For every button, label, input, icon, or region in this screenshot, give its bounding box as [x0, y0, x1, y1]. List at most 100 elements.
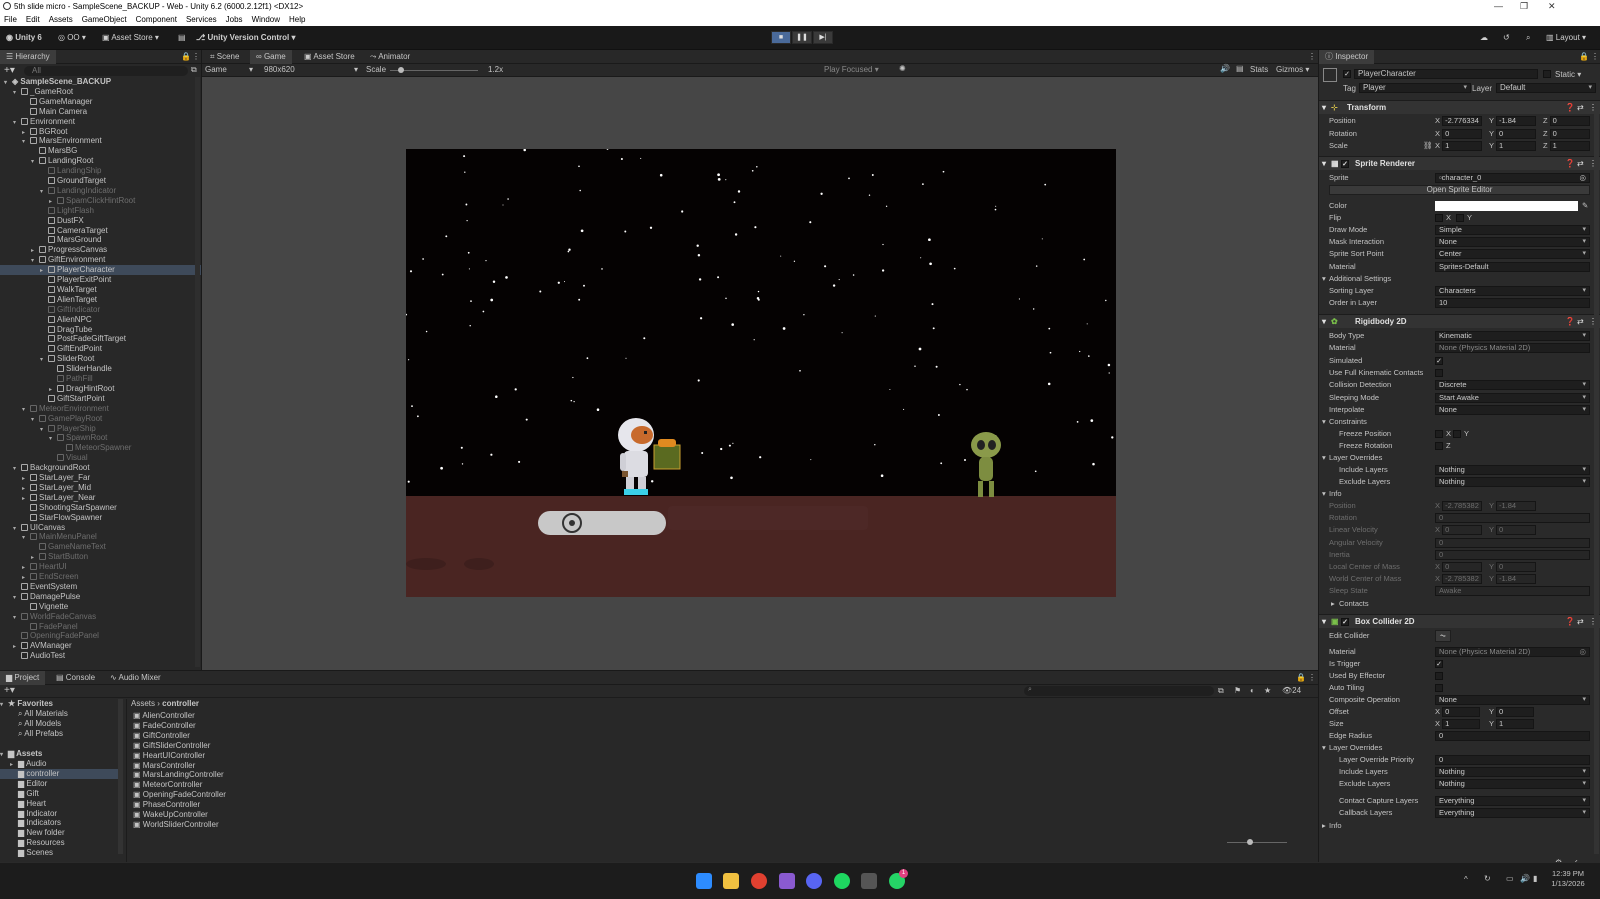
open-sprite-editor-button[interactable]: Open Sprite Editor — [1329, 185, 1590, 195]
property-field[interactable]: Simple — [1435, 225, 1590, 235]
tab-game[interactable]: ∞ Game — [250, 50, 292, 64]
collider-exclude-layers-dropdown[interactable]: Nothing — [1435, 779, 1590, 789]
hierarchy-item[interactable]: GroundTarget — [0, 176, 201, 186]
hierarchy-item[interactable]: ▾ ◈ SampleScene_BACKUP — [0, 77, 201, 87]
contact-capture-dropdown[interactable]: Everything — [1435, 796, 1590, 806]
tag-dropdown[interactable]: Player — [1359, 83, 1471, 93]
hierarchy-item[interactable]: AlienTarget — [0, 295, 201, 305]
spotify-icon[interactable] — [834, 873, 850, 889]
hierarchy-item[interactable]: AudioTest — [0, 651, 201, 661]
layer-overrides-foldout[interactable]: ▾ Layer Overrides — [1319, 452, 1600, 464]
chrome-icon[interactable] — [751, 873, 767, 889]
play-focused-dropdown[interactable]: Play Focused ▾ — [824, 65, 879, 74]
object-name-field[interactable]: PlayerCharacter — [1354, 69, 1538, 79]
tab-console[interactable]: ▤ Console — [50, 671, 101, 685]
hierarchy-item[interactable]: AlienNPC — [0, 315, 201, 325]
freeze-rotation-z-checkbox[interactable] — [1435, 442, 1443, 450]
help-icon[interactable]: ❓ — [1565, 615, 1575, 629]
rigidbody-checkbox[interactable] — [1435, 368, 1443, 377]
size-y-field[interactable]: Y 1 — [1489, 719, 1534, 729]
inspector-scrollbar[interactable] — [1594, 114, 1599, 854]
tab-audio-mixer[interactable]: ∿ Audio Mixer — [104, 671, 167, 685]
file-item[interactable]: ▣ WakeUpController — [133, 810, 334, 820]
file-item[interactable]: ▣ GiftController — [133, 731, 334, 741]
preset-icon[interactable]: ⇄ — [1577, 101, 1584, 115]
folder-item[interactable]: ▆ Indicator — [0, 809, 118, 819]
freeze-position-y-checkbox[interactable] — [1453, 430, 1461, 438]
tray-sync-icon[interactable]: ↻ — [1484, 874, 1491, 883]
file-item[interactable]: ▣ MeteorController — [133, 780, 334, 790]
scale-slider-handle[interactable] — [398, 67, 404, 73]
filter-label-icon[interactable]: ⚑ — [1234, 686, 1241, 695]
collider-material-field[interactable]: None (Physics Material 2D) ◎ — [1435, 647, 1590, 657]
more-icon[interactable]: ⋮ — [1308, 52, 1316, 61]
version-control-button[interactable]: ⎇ Unity Version Control ▾ — [196, 32, 296, 44]
hierarchy-item[interactable]: ▾ DamagePulse — [0, 592, 201, 602]
play-button[interactable]: ■ — [771, 31, 791, 44]
folder-item[interactable]: ▆ controller — [0, 768, 118, 779]
rigidbody-field[interactable]: Discrete — [1435, 380, 1590, 391]
hierarchy-item[interactable]: ▸ BGRoot — [0, 127, 201, 137]
pause-button[interactable]: ❚❚ — [792, 31, 812, 44]
menu-window[interactable]: Window — [252, 13, 280, 26]
hierarchy-item[interactable]: PostFadeGiftTarget — [0, 334, 201, 344]
hierarchy-item[interactable]: ▸ HeartUI — [0, 562, 201, 572]
hierarchy-item[interactable]: ▾ GamePlayRoot — [0, 414, 201, 424]
transform-y-field[interactable]: Y 1 — [1489, 141, 1536, 151]
hierarchy-item[interactable]: ▾ WorldFadeCanvas — [0, 612, 201, 622]
hierarchy-item[interactable]: ▸ StartButton — [0, 552, 201, 562]
hierarchy-item[interactable]: ▾ Environment — [0, 117, 201, 127]
callback-layers-dropdown[interactable]: Everything — [1435, 808, 1590, 818]
close-icon[interactable]: ✕ — [1548, 0, 1556, 13]
hierarchy-item[interactable]: Vignette — [0, 602, 201, 612]
layout-dropdown[interactable]: ▥ Layout ▾ — [1546, 32, 1586, 44]
breadcrumb-root[interactable]: Assets — [131, 699, 155, 708]
taskbar-clock[interactable]: 12:39 PM 1/13/2026 — [1548, 869, 1588, 889]
hierarchy-item[interactable]: ▾ GiftEnvironment — [0, 255, 201, 265]
rigidbody-field[interactable]: None — [1435, 404, 1590, 415]
rigidbody-field[interactable]: Start Awake — [1435, 392, 1590, 403]
property-field[interactable]: Center — [1435, 249, 1590, 260]
transform-header[interactable]: ▾ ⊹ Transform ❓ ⇄ ⋮ — [1319, 100, 1600, 114]
collider-layer-overrides-foldout[interactable]: ▾ Layer Overrides — [1319, 742, 1600, 754]
sprite-renderer-enabled-checkbox[interactable]: ✓ — [1341, 160, 1349, 168]
transform-y-field[interactable]: Y 0 — [1489, 128, 1536, 139]
property-field[interactable]: None — [1435, 237, 1590, 248]
transform-x-field[interactable]: X 0 — [1435, 128, 1483, 139]
is-trigger-checkbox[interactable]: ✓ — [1435, 660, 1443, 668]
hierarchy-item[interactable]: MarsBG — [0, 146, 201, 156]
used-by-effector-checkbox[interactable] — [1435, 672, 1443, 680]
preset-icon[interactable]: ⇄ — [1577, 157, 1584, 171]
edit-collider-button[interactable]: ⏦ — [1435, 630, 1451, 642]
sprite-renderer-header[interactable]: ▾ ▦ ✓ Sprite Renderer ❓ ⇄ ⋮ — [1319, 156, 1600, 170]
hierarchy-item[interactable]: MeteorSpawner — [0, 443, 201, 453]
account-button[interactable]: ◉ Unity 6 — [6, 32, 42, 44]
tab-hierarchy[interactable]: ☰ Hierarchy — [0, 50, 56, 64]
asset-store-button[interactable]: ▣ Asset Store ▾ — [102, 32, 159, 44]
component-menu-icon[interactable]: ⋮ — [1589, 101, 1597, 115]
hierarchy-item[interactable]: ▸ StarLayer_Near — [0, 493, 201, 503]
hierarchy-item[interactable]: PathFill — [0, 374, 201, 384]
step-button[interactable]: ▶| — [813, 31, 833, 44]
package-icon[interactable]: ▤ — [178, 32, 186, 44]
hierarchy-item[interactable]: ▸ DragHintRoot — [0, 384, 201, 394]
menu-component[interactable]: Component — [136, 13, 177, 26]
folder-item[interactable]: ▆ Gift — [0, 789, 118, 799]
menu-file[interactable]: File — [4, 13, 17, 26]
preset-icon[interactable]: ⇄ — [1577, 315, 1584, 329]
folder-item[interactable]: ▆ Resources — [0, 838, 118, 848]
bug-icon[interactable]: ✺ — [899, 64, 906, 73]
hierarchy-item[interactable]: ▾ MarsEnvironment — [0, 136, 201, 146]
hierarchy-item[interactable]: StarFlowSpawner — [0, 513, 201, 523]
slider-track[interactable] — [538, 511, 666, 535]
hierarchy-item[interactable]: ▾ LandingRoot — [0, 156, 201, 166]
filter-icon[interactable]: ⧉ — [191, 65, 197, 75]
hierarchy-item[interactable]: ▸ ProgressCanvas — [0, 245, 201, 255]
offset-x-field[interactable]: X 0 — [1435, 707, 1481, 717]
hierarchy-item[interactable]: ▾ SpawnRoot — [0, 433, 201, 443]
hierarchy-item[interactable]: ▸ StarLayer_Mid — [0, 483, 201, 493]
size-x-field[interactable]: X 1 — [1435, 719, 1481, 729]
layer-dropdown[interactable]: Default — [1496, 83, 1596, 93]
hierarchy-item[interactable]: ▾ LandingIndicator — [0, 186, 201, 196]
additional-settings-foldout[interactable]: ▾ Additional Settings — [1319, 273, 1600, 285]
